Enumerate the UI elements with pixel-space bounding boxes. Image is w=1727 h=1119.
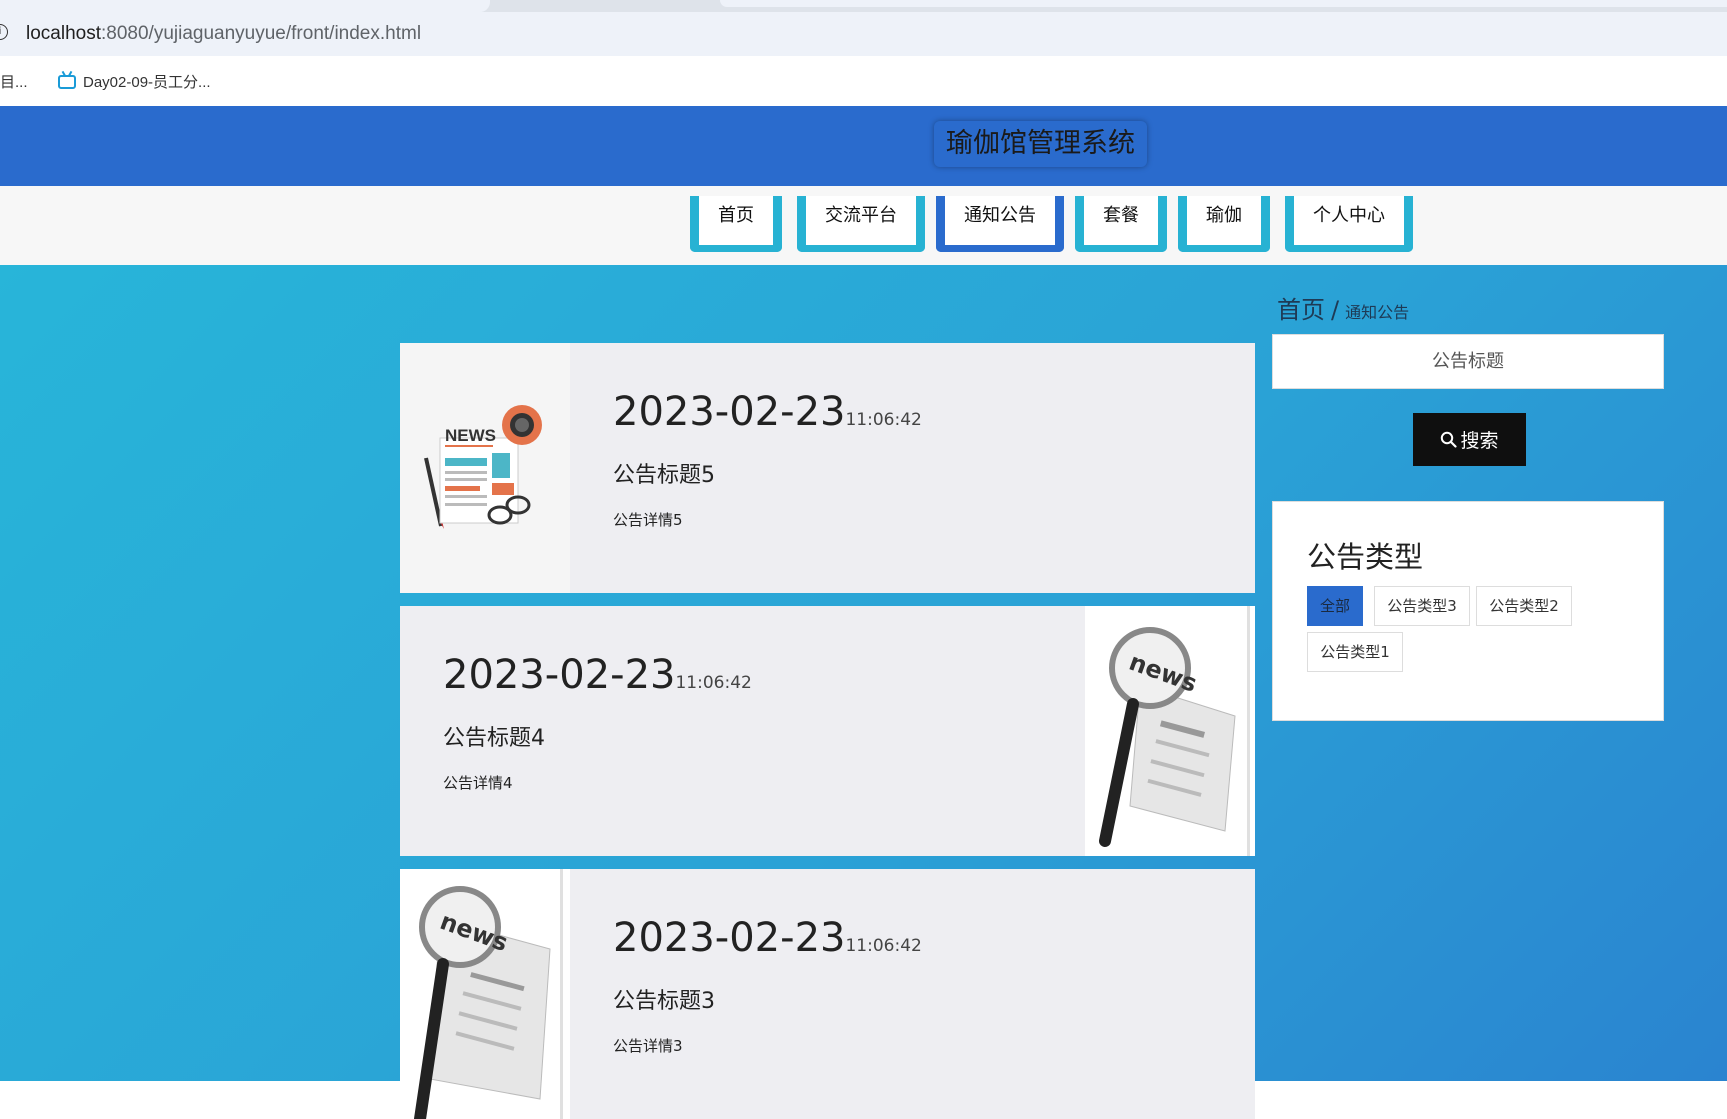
notice-time: 11:06:42 <box>845 410 922 430</box>
bilibili-tv-icon <box>58 74 76 89</box>
news-paper-icon: NEWS <box>400 343 570 593</box>
notice-type-filter: 公告类型 全部 公告类型3 公告类型2 公告类型1 <box>1272 501 1664 721</box>
notice-time: 11:06:42 <box>845 936 922 956</box>
site-info-icon[interactable]: i <box>0 24 8 40</box>
breadcrumb: 首页 / 通知公告 <box>1277 290 1409 325</box>
notice-text: 2023-02-2311:06:42 公告标题5 公告详情5 <box>613 389 922 530</box>
notice-card[interactable]: 2023-02-2311:06:42 公告标题4 公告详情4 news <box>400 606 1255 856</box>
address-url[interactable]: localhost:8080/yujiaguanyuyue/front/inde… <box>26 23 421 45</box>
site-title: 瑜伽馆管理系统 <box>934 121 1147 167</box>
notice-detail: 公告详情5 <box>613 511 683 529</box>
address-bar[interactable]: i localhost:8080/yujiaguanyuyue/front/in… <box>0 12 1727 56</box>
bookmark-item[interactable]: Day02-09-员工分... <box>58 71 211 92</box>
breadcrumb-separator: / <box>1331 296 1340 324</box>
browser-tabstrip <box>0 0 1727 12</box>
magnifier-news-icon: news <box>1085 606 1255 856</box>
browser-tab-active[interactable] <box>0 0 490 12</box>
type-chip[interactable]: 公告类型1 <box>1307 632 1403 672</box>
notice-detail: 公告详情3 <box>613 1037 683 1055</box>
search-input[interactable]: 公告标题 <box>1272 334 1664 389</box>
url-host: localhost <box>26 23 101 44</box>
main-content: NEWS 2023-02-2311:06:42 公告标题5 公告详情5 2023… <box>0 265 1727 1119</box>
nav-packages[interactable]: 套餐 <box>1075 196 1167 252</box>
notice-datetime: 2023-02-2311:06:42 <box>613 389 922 435</box>
bookmark-label: 目... <box>0 74 28 91</box>
notice-date: 2023-02-23 <box>613 915 846 961</box>
search-button[interactable]: 搜索 <box>1413 413 1526 466</box>
browser-tab[interactable] <box>720 0 1727 7</box>
nav-home[interactable]: 首页 <box>690 196 782 252</box>
notice-detail: 公告详情4 <box>443 774 513 792</box>
site-header: 瑜伽馆管理系统 <box>0 106 1727 186</box>
notice-title[interactable]: 公告标题4 <box>443 720 752 752</box>
notice-type-title: 公告类型 <box>1307 540 1424 574</box>
notice-date: 2023-02-23 <box>613 389 846 435</box>
bookmark-label: Day02-09-员工分... <box>83 74 211 91</box>
svg-text:NEWS: NEWS <box>445 426 496 445</box>
url-path: :8080/yujiaguanyuyue/front/index.html <box>101 23 422 44</box>
main-nav: 首页 交流平台 通知公告 套餐 瑜伽 个人中心 <box>0 186 1727 265</box>
notice-card[interactable]: news 2023-02-2311:06:42 公告标题3 公告详情3 <box>400 869 1255 1119</box>
notice-title[interactable]: 公告标题3 <box>613 983 922 1015</box>
notice-card[interactable]: NEWS 2023-02-2311:06:42 公告标题5 公告详情5 <box>400 343 1255 593</box>
type-chip[interactable]: 公告类型2 <box>1476 586 1572 626</box>
breadcrumb-home[interactable]: 首页 <box>1277 296 1325 324</box>
notice-datetime: 2023-02-2311:06:42 <box>443 652 752 698</box>
nav-notices[interactable]: 通知公告 <box>936 196 1064 252</box>
bookmarks-bar: 目... Day02-09-员工分... <box>0 56 1727 106</box>
type-chip[interactable]: 公告类型3 <box>1374 586 1470 626</box>
magnifier-news-icon: news <box>400 869 570 1119</box>
search-button-label: 搜索 <box>1460 431 1499 452</box>
nav-forum[interactable]: 交流平台 <box>797 196 925 252</box>
notice-datetime: 2023-02-2311:06:42 <box>613 915 922 961</box>
notice-title[interactable]: 公告标题5 <box>613 457 922 489</box>
nav-yoga[interactable]: 瑜伽 <box>1178 196 1270 252</box>
notice-text: 2023-02-2311:06:42 公告标题4 公告详情4 <box>443 652 752 793</box>
search-icon <box>1441 431 1458 448</box>
type-chip-all[interactable]: 全部 <box>1307 586 1363 626</box>
bookmark-item[interactable]: 目... <box>0 71 28 92</box>
notice-text: 2023-02-2311:06:42 公告标题3 公告详情3 <box>613 915 922 1056</box>
notice-time: 11:06:42 <box>675 673 752 693</box>
nav-profile[interactable]: 个人中心 <box>1285 196 1413 252</box>
breadcrumb-current: 通知公告 <box>1345 303 1410 322</box>
notice-date: 2023-02-23 <box>443 652 676 698</box>
